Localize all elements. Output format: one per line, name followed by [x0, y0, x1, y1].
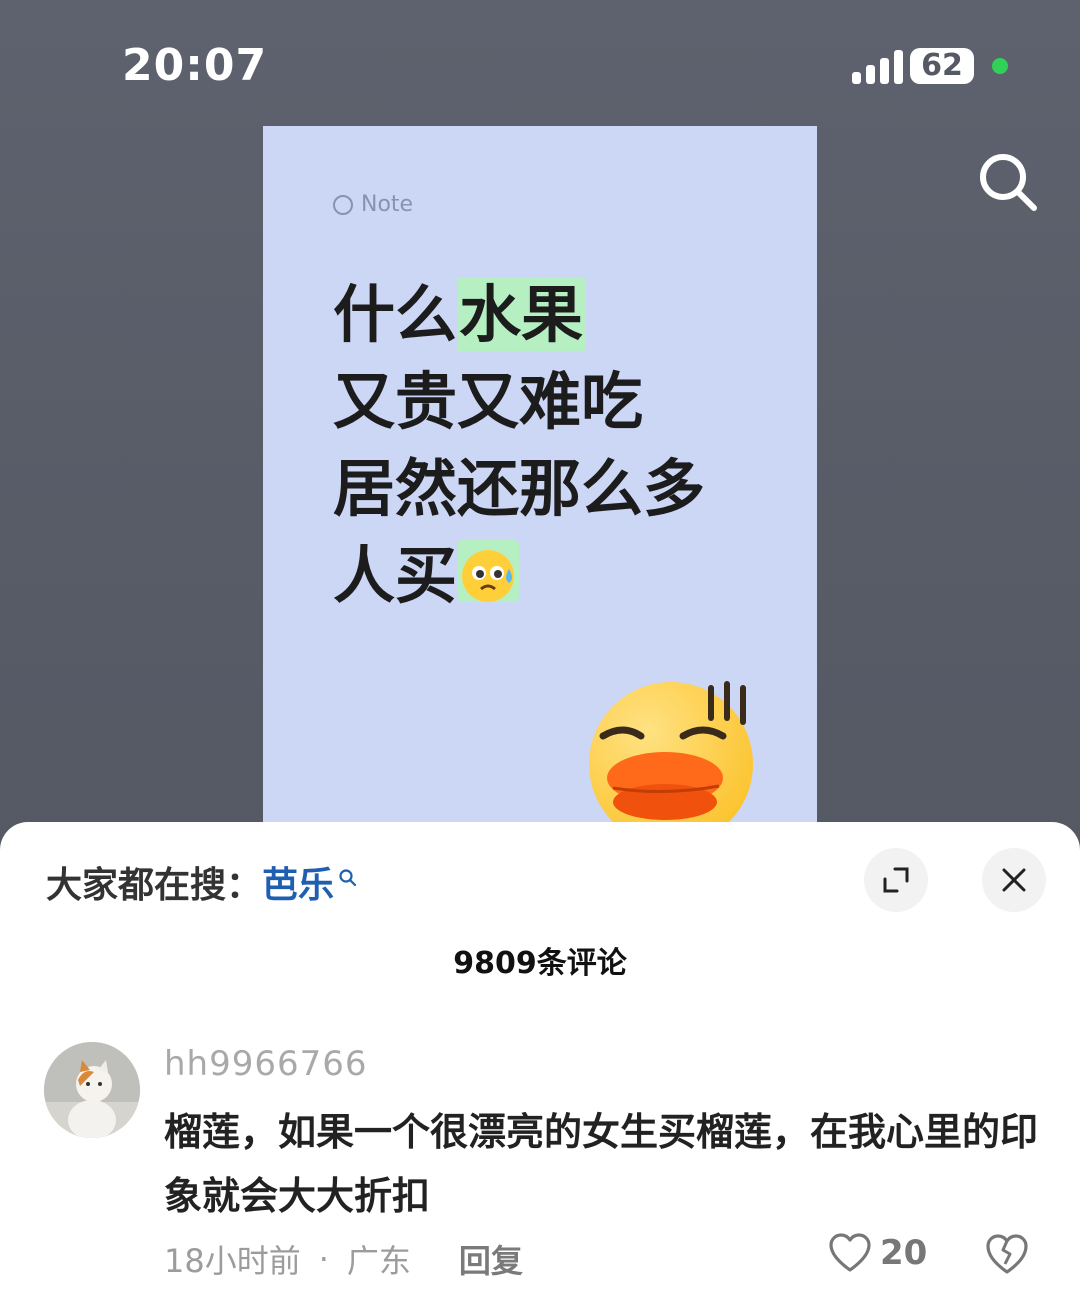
- note-title: 什么水果 又贵又难吃 居然还那么多 人买: [333, 278, 706, 612]
- like-count: 20: [880, 1233, 928, 1273]
- broken-heart-icon: [986, 1234, 1028, 1274]
- comment-time: 18小时前: [164, 1242, 301, 1280]
- status-time: 20:07: [122, 40, 268, 91]
- hot-search-bar[interactable]: 大家都在搜：芭乐: [46, 856, 358, 908]
- comment-username[interactable]: hh9966766: [164, 1044, 368, 1084]
- search-small-icon: [338, 856, 358, 887]
- battery-indicator: 62: [910, 48, 974, 84]
- sweat-face-emoji-icon: [457, 540, 520, 602]
- title-highlight: 水果: [457, 278, 586, 351]
- heart-icon: [829, 1233, 871, 1272]
- expand-icon: [883, 867, 909, 893]
- meta-separator: ·: [318, 1240, 329, 1278]
- reply-button[interactable]: 回复: [459, 1236, 523, 1282]
- expand-button[interactable]: [864, 848, 928, 912]
- note-image-card[interactable]: Note 什么水果 又贵又难吃 居然还那么多 人买: [263, 126, 817, 826]
- comment-location: 广东: [346, 1242, 411, 1280]
- like-button[interactable]: 20: [828, 1232, 927, 1274]
- close-button[interactable]: [982, 848, 1046, 912]
- comment-text: 榴莲，如果一个很漂亮的女生买榴莲，在我心里的印象就会大大折扣: [164, 1110, 1039, 1218]
- dislike-button[interactable]: [984, 1232, 1030, 1278]
- comment-meta: 18小时前 · 广东 回复: [164, 1236, 523, 1282]
- signal-icon: [852, 50, 904, 84]
- note-label: Note: [333, 192, 413, 217]
- comment-count: 9809条评论: [453, 946, 627, 981]
- comments-sheet: 大家都在搜：芭乐 9809条评论 hh9966766 榴莲，如果一个很漂亮的女生…: [0, 822, 1080, 1311]
- duck-face-emoji-icon: [583, 666, 763, 826]
- search-icon[interactable]: [976, 150, 1040, 214]
- close-icon: [1002, 868, 1026, 892]
- mic-indicator-dot: [992, 58, 1008, 74]
- circle-icon: [333, 194, 353, 215]
- hot-search-keyword[interactable]: 芭乐: [262, 865, 334, 906]
- avatar[interactable]: [44, 1042, 140, 1138]
